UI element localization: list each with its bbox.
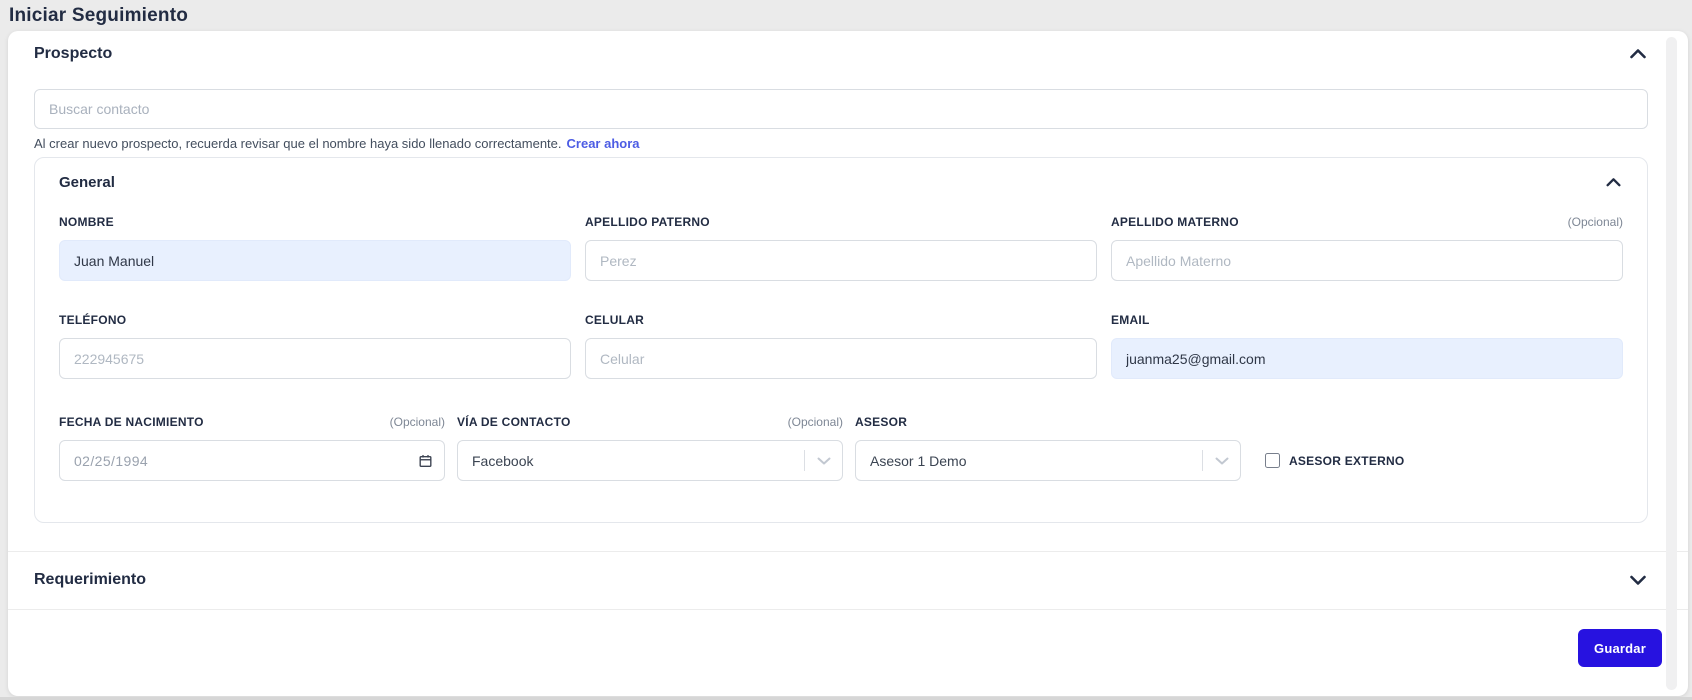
hint-text: Al crear nuevo prospecto, recuerda revis… <box>34 136 562 151</box>
asesor-label: ASESOR <box>855 415 908 429</box>
optional-tag: (Opcional) <box>787 415 843 429</box>
page-title: Iniciar Seguimiento <box>9 5 189 26</box>
fecha-nacimiento-value: 02/25/1994 <box>74 452 149 469</box>
chevron-down-icon[interactable] <box>1628 573 1648 587</box>
asesor-select[interactable]: Asesor 1 Demo <box>855 440 1241 481</box>
section-general: General NOMBRE APELLIDO PATERNO APELLID <box>34 157 1648 523</box>
prospecto-hint: Al crear nuevo prospecto, recuerda revis… <box>34 136 1648 151</box>
asesor-externo-checkbox[interactable] <box>1265 453 1280 468</box>
apellido-paterno-input[interactable] <box>585 240 1097 281</box>
field-apellido-materno: APELLIDO MATERNO (Opcional) <box>1111 215 1623 281</box>
nombre-label: NOMBRE <box>59 215 114 229</box>
field-telefono: TELÉFONO <box>59 313 571 379</box>
optional-tag: (Opcional) <box>1567 215 1623 229</box>
field-email: EMAIL <box>1111 313 1623 379</box>
asesor-externo-checkbox-row[interactable]: ASESOR EXTERNO <box>1265 440 1405 481</box>
select-divider <box>1202 450 1203 471</box>
telefono-label: TELÉFONO <box>59 313 127 327</box>
guardar-button[interactable]: Guardar <box>1578 629 1662 667</box>
optional-tag: (Opcional) <box>389 415 445 429</box>
field-via-contacto: VÍA DE CONTACTO (Opcional) Facebook <box>457 415 843 481</box>
asesor-value: Asesor 1 Demo <box>870 452 967 469</box>
search-contact-input[interactable] <box>34 89 1648 129</box>
field-nombre: NOMBRE <box>59 215 571 281</box>
field-fecha-nacimiento: FECHA DE NACIMIENTO (Opcional) 02/25/199… <box>59 415 445 481</box>
field-celular: CELULAR <box>585 313 1097 379</box>
chevron-down-icon <box>1215 457 1229 465</box>
apellido-materno-label: APELLIDO MATERNO <box>1111 215 1239 229</box>
field-asesor: ASESOR Asesor 1 Demo <box>855 415 1241 481</box>
apellido-paterno-label: APELLIDO PATERNO <box>585 215 710 229</box>
create-now-link[interactable]: Crear ahora <box>567 136 640 151</box>
nombre-input[interactable] <box>59 240 571 281</box>
chevron-up-icon[interactable] <box>1628 47 1648 61</box>
fecha-nacimiento-label: FECHA DE NACIMIENTO <box>59 415 204 429</box>
scrollbar[interactable] <box>1666 37 1677 690</box>
chevron-up-icon[interactable] <box>1604 176 1623 189</box>
fecha-nacimiento-input[interactable]: 02/25/1994 <box>59 440 445 481</box>
email-label: EMAIL <box>1111 313 1150 327</box>
general-heading: General <box>59 174 115 191</box>
apellido-materno-input[interactable] <box>1111 240 1623 281</box>
email-input[interactable] <box>1111 338 1623 379</box>
prospecto-heading: Prospecto <box>34 45 113 62</box>
page-header: Iniciar Seguimiento <box>0 0 1692 31</box>
form-footer: Guardar <box>8 610 1688 667</box>
requerimiento-heading: Requerimiento <box>34 571 147 588</box>
celular-label: CELULAR <box>585 313 645 327</box>
form-card: Prospecto Al crear nuevo prospecto, recu… <box>8 31 1688 696</box>
telefono-input[interactable] <box>59 338 571 379</box>
field-apellido-paterno: APELLIDO PATERNO <box>585 215 1097 281</box>
calendar-icon[interactable] <box>418 453 433 468</box>
chevron-down-icon <box>817 457 831 465</box>
celular-input[interactable] <box>585 338 1097 379</box>
via-contacto-label: VÍA DE CONTACTO <box>457 415 571 429</box>
section-prospecto: Prospecto Al crear nuevo prospecto, recu… <box>8 31 1688 551</box>
section-requerimiento[interactable]: Requerimiento <box>8 552 1688 609</box>
asesor-externo-label: ASESOR EXTERNO <box>1289 453 1405 468</box>
via-contacto-select[interactable]: Facebook <box>457 440 843 481</box>
select-divider <box>804 450 805 471</box>
via-contacto-value: Facebook <box>472 452 534 469</box>
